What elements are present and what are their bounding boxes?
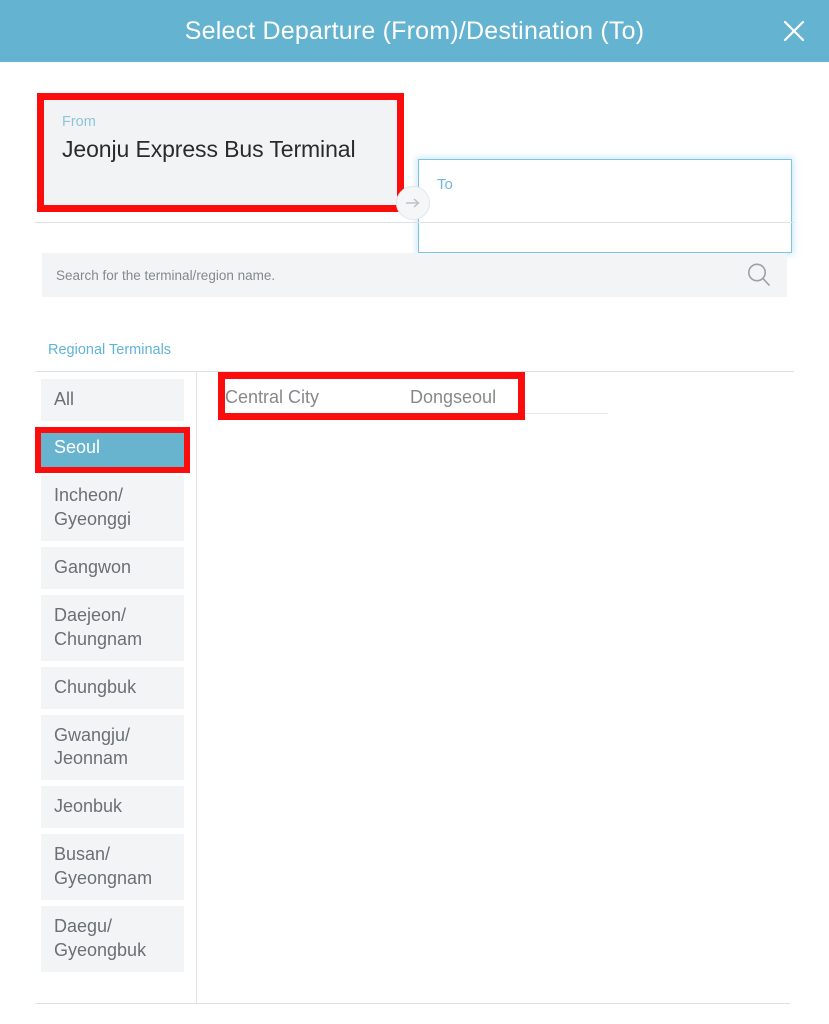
region-item[interactable]: Daegu/ Gyeongbuk [41,906,184,973]
region-item[interactable]: Gwangju/ Jeonnam [41,714,184,781]
sidebar-results-divider [196,372,197,1003]
terminal-item[interactable]: Dongseoul [410,388,496,406]
to-label: To [437,176,453,193]
annotation-box-from-field: From Jeonju Express Bus Terminal [37,93,404,212]
search-icon[interactable] [731,253,787,297]
from-value: Jeonju Express Bus Terminal [62,136,356,163]
page-title: Select Departure (From)/Destination (To) [184,16,645,45]
dialog-header: Select Departure (From)/Destination (To) [0,0,829,62]
region-item[interactable]: All [41,379,184,421]
region-item[interactable]: Incheon/ Gyeonggi [41,474,184,541]
section-divider-bottom [35,1003,790,1004]
region-item[interactable]: Busan/ Gyeongnam [41,834,184,901]
swap-direction-button[interactable] [396,186,430,220]
tab-regional-terminals[interactable]: Regional Terminals [48,343,171,358]
to-field[interactable]: To [418,159,792,253]
terminal-results-panel: Central City Dongseoul [225,381,608,414]
region-item[interactable]: Gangwon [41,546,184,589]
region-item[interactable]: Chungbuk [41,666,184,709]
region-sidebar: All Seoul Incheon/ Gyeonggi Gangwon Daejeon/… [41,379,184,978]
route-selector-section: From Jeonju Express Bus Terminal To [0,62,829,253]
arrow-right-icon [406,198,420,208]
region-item[interactable]: Jeonbuk [41,786,184,829]
search-bar[interactable] [42,253,787,297]
region-item[interactable]: Daejeon/ Chungnam [41,594,184,661]
search-input[interactable] [42,253,731,297]
region-item[interactable]: Seoul [41,426,184,469]
table-row: Central City Dongseoul [225,381,608,414]
section-divider-top [35,222,794,223]
section-divider-tabs [35,371,794,372]
tab-bar: Regional Terminals [48,343,171,358]
terminal-item[interactable]: Central City [225,388,410,406]
from-field[interactable]: From Jeonju Express Bus Terminal [44,100,397,205]
from-label: From [62,114,96,130]
close-icon[interactable] [773,10,815,52]
